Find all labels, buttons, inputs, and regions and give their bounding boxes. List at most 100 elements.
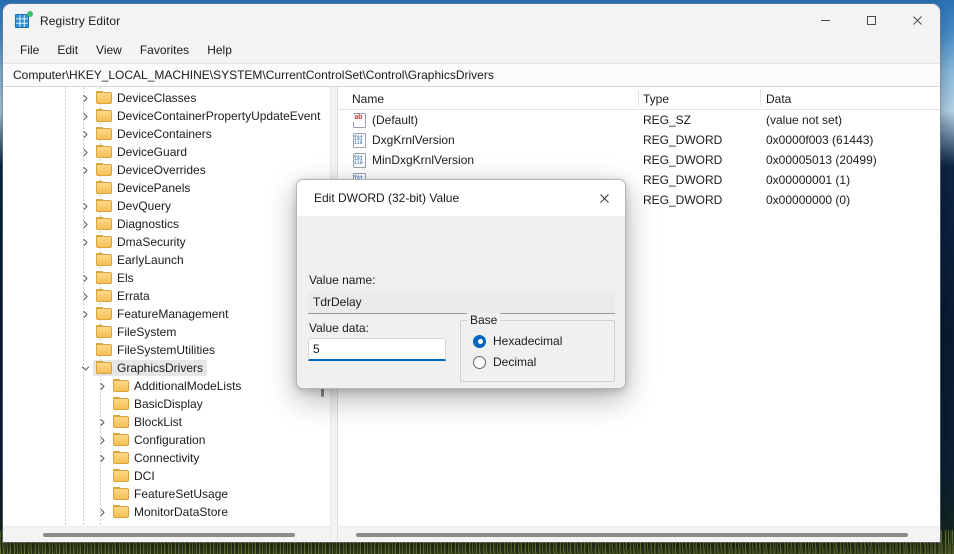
tree-node-label: DmaSecurity: [117, 235, 186, 249]
chevron-down-icon[interactable]: [77, 360, 93, 376]
tree-node[interactable]: FeatureSetUsage: [3, 485, 330, 503]
folder-icon: [96, 127, 113, 141]
tree-node[interactable]: DevicePanels: [3, 179, 330, 197]
folder-icon: [96, 307, 113, 321]
radio-decimal[interactable]: Decimal: [473, 355, 536, 369]
tree-node[interactable]: Connectivity: [3, 449, 330, 467]
tree-node[interactable]: AdditionalModeLists: [3, 377, 330, 395]
tree-node[interactable]: DeviceContainers: [3, 125, 330, 143]
tree-node[interactable]: DmaSecurity: [3, 233, 330, 251]
tree-node[interactable]: FileSystemUtilities: [3, 341, 330, 359]
tree-node-label: Els: [117, 271, 134, 285]
tree-node-label: FeatureManagement: [117, 307, 229, 321]
chevron-right-icon[interactable]: [77, 306, 93, 322]
chevron-right-icon[interactable]: [77, 234, 93, 250]
tree-node[interactable]: FeatureManagement: [3, 305, 330, 323]
tree-node[interactable]: Diagnostics: [3, 215, 330, 233]
table-row[interactable]: 011 101 110 DxgKrnlVersion REG_DWORD 0x0000f0…: [338, 130, 940, 150]
menu-edit[interactable]: Edit: [49, 40, 86, 60]
tree-node[interactable]: DeviceOverrides: [3, 161, 330, 179]
chevron-right-icon[interactable]: [94, 432, 110, 448]
base-group-box: [460, 320, 615, 382]
tree-node[interactable]: DeviceClasses: [3, 89, 330, 107]
column-header-type[interactable]: Type: [643, 87, 669, 110]
minimize-button[interactable]: [802, 4, 848, 37]
tree-horizontal-scrollbar[interactable]: [3, 526, 330, 542]
value-type-cell: REG_DWORD: [643, 193, 723, 207]
maximize-button[interactable]: [848, 4, 894, 37]
tree-node[interactable]: MonitorDataStore: [3, 503, 330, 521]
tree-horizontal-scroll-thumb[interactable]: [43, 533, 295, 537]
table-row[interactable]: ab (Default) REG_SZ (value not set): [338, 110, 940, 130]
menu-bar: File Edit View Favorites Help: [3, 37, 940, 63]
folder-icon: [96, 91, 113, 105]
dialog-close-icon[interactable]: [583, 180, 625, 217]
tree-node[interactable]: Configuration: [3, 431, 330, 449]
tree-node-content: BlockList: [110, 414, 186, 430]
tree-node[interactable]: GraphicsDrivers: [3, 359, 330, 377]
folder-icon: [96, 181, 113, 195]
menu-favorites[interactable]: Favorites: [132, 40, 197, 60]
close-button[interactable]: [894, 4, 940, 37]
address-bar[interactable]: Computer\HKEY_LOCAL_MACHINE\SYSTEM\Curre…: [3, 63, 940, 87]
chevron-right-icon[interactable]: [77, 90, 93, 106]
tree-node[interactable]: EarlyLaunch: [3, 251, 330, 269]
column-header-data[interactable]: Data: [766, 87, 791, 110]
chevron-right-icon[interactable]: [77, 108, 93, 124]
folder-icon: [96, 361, 113, 375]
tree-node-label: Errata: [117, 289, 150, 303]
column-header-name[interactable]: Name: [352, 87, 384, 110]
title-bar: Registry Editor: [3, 4, 940, 37]
chevron-right-icon[interactable]: [94, 378, 110, 394]
value-data-input[interactable]: [308, 338, 446, 361]
chevron-right-icon[interactable]: [94, 414, 110, 430]
tree-node[interactable]: BlockList: [3, 413, 330, 431]
tree-node[interactable]: DeviceContainerPropertyUpdateEvent: [3, 107, 330, 125]
chevron-right-icon[interactable]: [77, 144, 93, 160]
chevron-right-icon[interactable]: [77, 198, 93, 214]
radio-hexadecimal[interactable]: Hexadecimal: [473, 334, 562, 348]
tree-node-content: DCI: [110, 468, 159, 484]
tree-node-content: DeviceContainerPropertyUpdateEvent: [93, 108, 324, 124]
tree-node[interactable]: Errata: [3, 287, 330, 305]
chevron-right-icon[interactable]: [94, 504, 110, 520]
values-horizontal-scrollbar[interactable]: [338, 526, 940, 542]
value-data-cell: 0x00000000 (0): [766, 193, 851, 207]
tree-node[interactable]: Els: [3, 269, 330, 287]
menu-help[interactable]: Help: [199, 40, 240, 60]
tree-node-content: Diagnostics: [93, 216, 183, 232]
chevron-right-icon[interactable]: [77, 126, 93, 142]
menu-view[interactable]: View: [88, 40, 130, 60]
tree-node-content: FileSystem: [93, 324, 180, 340]
tree-node[interactable]: FileSystem: [3, 323, 330, 341]
tree-node-content: DeviceClasses: [93, 90, 200, 106]
tree-node-label: FileSystem: [117, 325, 177, 339]
tree-node-spacer: [94, 396, 110, 412]
tree-node[interactable]: DevQuery: [3, 197, 330, 215]
value-name-input[interactable]: [308, 291, 615, 314]
folder-icon: [96, 109, 113, 123]
tree-node[interactable]: DeviceGuard: [3, 143, 330, 161]
chevron-right-icon[interactable]: [77, 270, 93, 286]
tree-node-label: DevQuery: [117, 199, 172, 213]
tree-node[interactable]: DCI: [3, 467, 330, 485]
table-row[interactable]: 011 101 110 MinDxgKrnlVersion REG_DWORD 0x000…: [338, 150, 940, 170]
chevron-right-icon[interactable]: [94, 450, 110, 466]
window-title: Registry Editor: [40, 13, 121, 28]
folder-icon: [96, 199, 113, 213]
radio-decimal-dot: [473, 355, 486, 369]
chevron-right-icon[interactable]: [77, 162, 93, 178]
tree-node-label: DCI: [134, 469, 155, 483]
value-name-text: MinDxgKrnlVersion: [372, 153, 475, 167]
tree-node[interactable]: BasicDisplay: [3, 395, 330, 413]
tree-node-spacer: [77, 180, 93, 196]
tree-node-label: FeatureSetUsage: [134, 487, 229, 501]
registry-tree[interactable]: DeviceClasses DeviceContainerPropertyUpda…: [3, 87, 330, 526]
menu-file[interactable]: File: [12, 40, 47, 60]
chevron-right-icon[interactable]: [77, 216, 93, 232]
value-data-cell: (value not set): [766, 113, 843, 127]
values-horizontal-scroll-thumb[interactable]: [356, 533, 908, 537]
value-type-cell: REG_DWORD: [643, 173, 723, 187]
chevron-right-icon[interactable]: [77, 288, 93, 304]
tree-node-content: DevQuery: [93, 198, 175, 214]
